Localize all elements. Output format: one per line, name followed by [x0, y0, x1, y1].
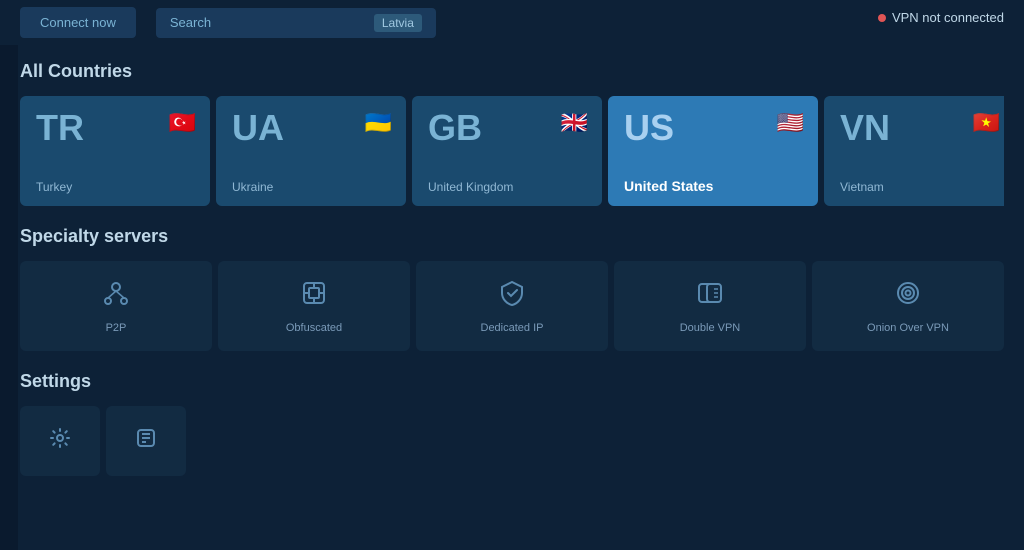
- country-card-us[interactable]: US 🇺🇸 United States: [608, 96, 818, 206]
- country-card-vn[interactable]: VN 🇻🇳 Vietnam: [824, 96, 1004, 206]
- country-flag-gb: 🇬🇧: [561, 110, 588, 136]
- country-name-gb: United Kingdom: [428, 180, 586, 194]
- dedicated-label: Dedicated IP: [481, 322, 544, 334]
- settings-section: Settings: [20, 371, 1004, 476]
- specialty-card-p2p[interactable]: P2P: [20, 261, 212, 351]
- p2p-icon: [102, 279, 130, 314]
- settings-card-2[interactable]: [106, 406, 186, 476]
- double-vpn-label: Double VPN: [680, 322, 741, 334]
- vpn-status-text: VPN not connected: [892, 10, 1004, 25]
- obfuscated-label: Obfuscated: [286, 322, 342, 334]
- specialty-servers-title: Specialty servers: [20, 226, 1004, 247]
- country-card-tr[interactable]: TR 🇹🇷 Turkey: [20, 96, 210, 206]
- country-flag-us: 🇺🇸: [777, 110, 804, 136]
- settings-grid: [20, 406, 1004, 476]
- country-flag-ua: 🇺🇦: [365, 110, 392, 136]
- p2p-label: P2P: [106, 322, 127, 334]
- country-flag-tr: 🇹🇷: [169, 110, 196, 136]
- settings-card-1[interactable]: [20, 406, 100, 476]
- main-content: All Countries TR 🇹🇷 Turkey UA 🇺🇦 Ukraine…: [0, 45, 1024, 550]
- country-flag-vn: 🇻🇳: [973, 110, 1000, 136]
- countries-grid: TR 🇹🇷 Turkey UA 🇺🇦 Ukraine GB 🇬🇧 United …: [20, 96, 1004, 206]
- specialty-section: Specialty servers P2P: [20, 226, 1004, 351]
- double-vpn-icon: [696, 279, 724, 314]
- settings-title: Settings: [20, 371, 1004, 392]
- country-card-ua[interactable]: UA 🇺🇦 Ukraine: [216, 96, 406, 206]
- country-code-us: US: [624, 110, 802, 146]
- specialty-card-dedicated[interactable]: Dedicated IP: [416, 261, 608, 351]
- dedicated-icon: [498, 279, 526, 314]
- specialty-card-double-vpn[interactable]: Double VPN: [614, 261, 806, 351]
- search-area[interactable]: Search Latvia: [156, 8, 436, 38]
- obfuscated-icon: [300, 279, 328, 314]
- onion-label: Onion Over VPN: [867, 322, 949, 334]
- vpn-status: VPN not connected: [878, 10, 1004, 25]
- onion-icon: [894, 279, 922, 314]
- specialty-card-obfuscated[interactable]: Obfuscated: [218, 261, 410, 351]
- specialty-card-onion[interactable]: Onion Over VPN: [812, 261, 1004, 351]
- search-label: Search: [170, 15, 211, 30]
- country-card-gb[interactable]: GB 🇬🇧 United Kingdom: [412, 96, 602, 206]
- country-name-vn: Vietnam: [840, 180, 998, 194]
- top-bar: Connect now Search Latvia VPN not connec…: [0, 0, 1024, 45]
- all-countries-title: All Countries: [20, 61, 1004, 82]
- country-name-ua: Ukraine: [232, 180, 390, 194]
- connect-now-button[interactable]: Connect now: [20, 7, 136, 38]
- country-name-us: United States: [624, 178, 802, 194]
- country-name-tr: Turkey: [36, 180, 194, 194]
- search-current-value: Latvia: [374, 14, 422, 32]
- settings-icon-1: [49, 427, 71, 455]
- vpn-status-dot: [878, 14, 886, 22]
- specialty-grid: P2P Obfuscated: [20, 261, 1004, 351]
- settings-icon-2: [135, 427, 157, 455]
